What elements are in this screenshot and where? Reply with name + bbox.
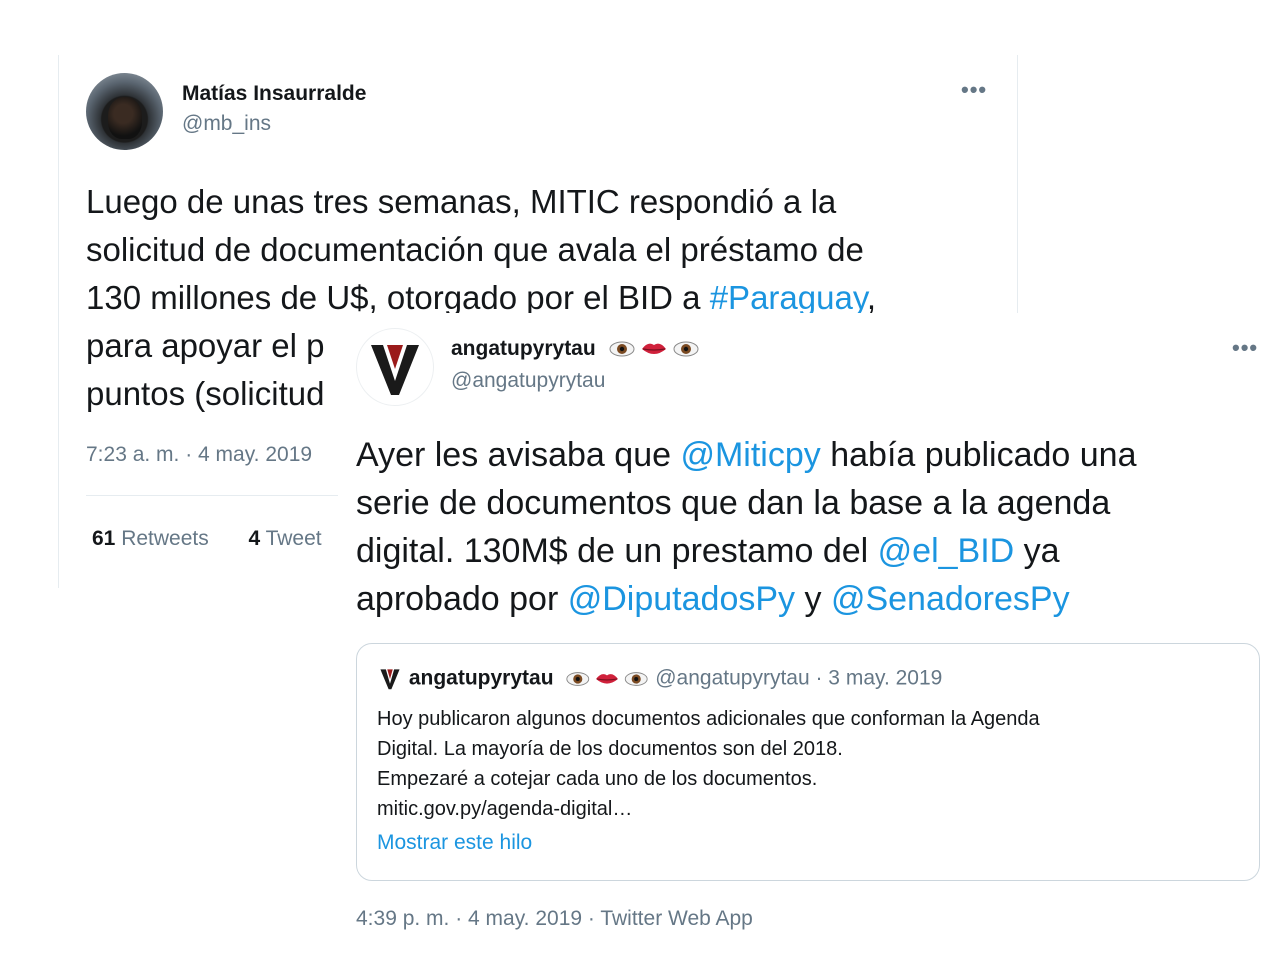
text-segment: Luego de unas tres semanas, MITIC respon…	[86, 183, 837, 220]
likes-count: 4	[248, 527, 261, 550]
quoted-handle-date: @angatupyrytau · 3 may. 2019	[655, 666, 943, 690]
likes-label: Tweet	[265, 527, 322, 550]
hashtag-link[interactable]: #Paraguay	[710, 279, 867, 316]
quoted-tweet-header: angatupyrytau @angatupyrytau · 3 may. 20…	[377, 666, 942, 692]
mention-link[interactable]: @el_BID	[878, 532, 1015, 570]
eye-lips-eye-emoji-icon	[609, 341, 699, 357]
quoted-tweet[interactable]: angatupyrytau @angatupyrytau · 3 may. 20…	[356, 643, 1260, 881]
text-segment: para apoyar el p	[86, 327, 325, 364]
quoted-text-line: Empezaré a cotejar cada uno de los docum…	[377, 768, 818, 790]
text-segment: aprobado por	[356, 580, 568, 618]
text-segment: 130 millones de U$, otorgado por el BID …	[86, 279, 710, 316]
tweet-text-line: Luego de unas tres semanas, MITIC respon…	[86, 178, 986, 226]
mention-link[interactable]: @DiputadosPy	[568, 580, 795, 618]
tweet-text-line: digital. 130M$ de un prestamo del @el_BI…	[356, 527, 1236, 575]
quoted-text-line: Digital. La mayoría de los documentos so…	[377, 738, 843, 760]
tweet-card-angatupyrytau[interactable]: angatupyrytau @angatupyrytau ••• Ayer le…	[338, 313, 1280, 960]
avatar[interactable]	[86, 73, 163, 150]
user-handle[interactable]: @angatupyrytau	[451, 369, 605, 393]
display-name[interactable]: angatupyrytau	[451, 337, 596, 360]
display-name[interactable]: Matías Insaurralde	[182, 82, 366, 106]
eye-lips-eye-emoji-icon	[566, 672, 649, 686]
tweet-text-line: aprobado por @DiputadosPy y @SenadoresPy	[356, 575, 1236, 623]
more-options-icon[interactable]: •••	[961, 77, 987, 103]
text-segment: y	[795, 580, 831, 618]
text-segment: digital. 130M$ de un prestamo del	[356, 532, 878, 570]
display-name-row[interactable]: angatupyrytau	[451, 337, 700, 361]
avatar[interactable]	[356, 328, 434, 406]
tweet-timestamp[interactable]: 4:39 p. m. · 4 may. 2019 · Twitter Web A…	[356, 907, 753, 931]
quoted-display-name: angatupyrytau	[408, 666, 554, 690]
quoted-text-line: Hoy publicaron algunos documentos adicio…	[377, 708, 1040, 730]
user-handle[interactable]: @mb_ins	[182, 112, 271, 136]
mention-link[interactable]: @SenadoresPy	[831, 580, 1070, 618]
quoted-text-line: mitic.gov.py/agenda-digital…	[377, 798, 633, 820]
text-segment: solicitud de documentación que avala el …	[86, 231, 864, 268]
show-thread-link[interactable]: Mostrar este hilo	[377, 831, 532, 855]
text-segment: ya	[1014, 532, 1060, 570]
v-logo-icon	[371, 345, 419, 395]
tweet-text-line: serie de documentos que dan la base a la…	[356, 479, 1236, 527]
retweets-label: Retweets	[121, 527, 209, 550]
tweet-stats: 61 Retweets 4 Tweet	[92, 527, 322, 551]
text-segment: serie de documentos que dan la base a la…	[356, 484, 1111, 522]
tweet-timestamp[interactable]: 7:23 a. m. · 4 may. 2019	[86, 443, 312, 467]
v-logo-icon	[380, 669, 400, 690]
retweets-stat[interactable]: 61 Retweets	[92, 527, 209, 550]
retweets-count: 61	[92, 527, 116, 550]
mention-link[interactable]: @Miticpy	[680, 436, 820, 474]
more-options-icon[interactable]: •••	[1232, 335, 1258, 361]
text-segment: ,	[866, 279, 877, 316]
text-segment: puntos (solicitud	[86, 375, 325, 412]
text-segment: Ayer les avisaba que	[356, 436, 681, 474]
likes-stat[interactable]: 4 Tweet	[248, 527, 321, 550]
tweet-text: Ayer les avisaba que @Miticpy había publ…	[356, 431, 1236, 623]
tweet-text-line: Ayer les avisaba que @Miticpy había publ…	[356, 431, 1236, 479]
tweet-text-line: solicitud de documentación que avala el …	[86, 226, 986, 274]
quoted-tweet-text: Hoy publicaron algunos documentos adicio…	[377, 704, 1237, 824]
text-segment: había publicado una	[820, 436, 1137, 474]
